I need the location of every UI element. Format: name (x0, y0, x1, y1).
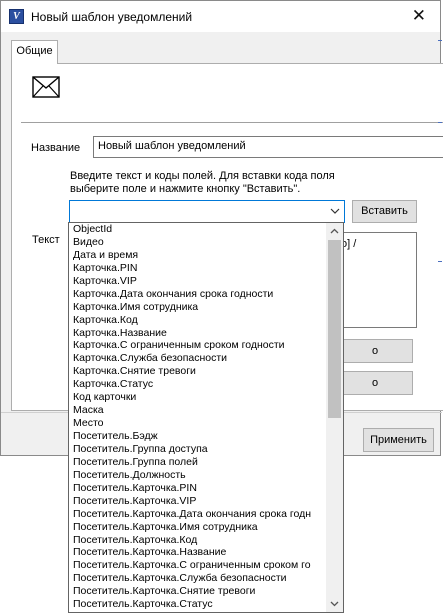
dropdown-item[interactable]: Карточка.PIN (69, 262, 327, 275)
dropdown-item[interactable]: Посетитель.Группа доступа (69, 443, 327, 456)
background-edge (438, 122, 442, 123)
dropdown-item[interactable]: Посетитель.Карточка.С ограниченным сроко… (69, 559, 327, 572)
text-label: Текст (32, 234, 60, 246)
dropdown-item[interactable]: Код карточки (69, 391, 327, 404)
dropdown-item[interactable]: Карточка.Код (69, 314, 327, 327)
dropdown-item[interactable]: Карточка.VIP (69, 275, 327, 288)
dropdown-item[interactable]: Карточка.Дата окончания срока годности (69, 288, 327, 301)
dropdown-item[interactable]: Посетитель.Карточка.Статус (69, 598, 327, 611)
dropdown-item[interactable]: Место (69, 417, 327, 430)
dropdown-item[interactable]: Посетитель.Карточка.Имя сотрудника (69, 521, 327, 534)
dropdown-item[interactable]: Посетитель.Карточка.Код (69, 534, 327, 547)
side-button-2[interactable]: о (337, 371, 413, 395)
dropdown-item[interactable]: Посетитель.Бэдж (69, 430, 327, 443)
app-icon: V (9, 9, 24, 24)
dropdown-item[interactable]: Карточка.Статус (69, 378, 327, 391)
hint-text: Введите текст и коды полей. Для вставки … (70, 170, 335, 195)
background-edge (438, 261, 442, 262)
apply-button[interactable]: Применить (363, 428, 434, 452)
dropdown-item[interactable]: Карточка.Имя сотрудника (69, 301, 327, 314)
dropdown-item[interactable]: Карточка.Название (69, 327, 327, 340)
window-title: Новый шаблон уведомлений (31, 10, 193, 24)
tab-general[interactable]: Общие (11, 40, 58, 64)
chevron-up-icon[interactable] (326, 223, 343, 240)
dropdown-item[interactable]: Карточка.С ограниченным сроком годности (69, 339, 327, 352)
dropdown-item[interactable]: ObjectId (69, 223, 327, 236)
dropdown-item[interactable]: Посетитель.Карточка.Служба безопасности (69, 572, 327, 585)
separator (21, 122, 443, 123)
template-text-area[interactable]: о] / (337, 232, 417, 328)
background-edge (438, 40, 442, 41)
field-dropdown-list[interactable]: ObjectId Видео Дата и время Карточка.PIN Кар… (68, 222, 344, 613)
title-bar: V Новый шаблон уведомлений ✕ (1, 1, 440, 32)
dropdown-item[interactable]: Посетитель.Должность (69, 469, 327, 482)
dropdown-item[interactable]: Карточка.Снятие тревоги (69, 365, 327, 378)
scroll-thumb[interactable] (328, 240, 341, 418)
dropdown-items: ObjectId Видео Дата и время Карточка.PIN Кар… (69, 223, 327, 611)
close-icon[interactable]: ✕ (412, 6, 426, 26)
dropdown-item[interactable]: Видео (69, 236, 327, 249)
dropdown-item[interactable]: Дата и время (69, 249, 327, 262)
chevron-down-icon[interactable] (326, 595, 343, 612)
dropdown-item[interactable]: Маска (69, 404, 327, 417)
dropdown-item[interactable]: Посетитель.Карточка.Дата окончания срока… (69, 508, 327, 521)
insert-button[interactable]: Вставить (352, 200, 417, 223)
dropdown-item[interactable]: Посетитель.Карточка.Снятие тревоги (69, 585, 327, 598)
name-input[interactable]: Новый шаблон уведомлений (93, 136, 443, 158)
dropdown-item[interactable]: Карточка.Служба безопасности (69, 352, 327, 365)
envelope-icon (32, 76, 60, 98)
side-button-1[interactable]: о (337, 339, 413, 363)
dropdown-item[interactable]: Посетитель.Карточка.Название (69, 546, 327, 559)
chevron-down-icon[interactable] (328, 203, 342, 219)
dropdown-item[interactable]: Посетитель.Карточка.VIP (69, 495, 327, 508)
scrollbar[interactable] (326, 223, 343, 612)
dropdown-item[interactable]: Посетитель.Группа полей (69, 456, 327, 469)
name-label: Название (31, 142, 81, 154)
field-select[interactable] (69, 200, 345, 223)
dropdown-item[interactable]: Посетитель.Карточка.PIN (69, 482, 327, 495)
